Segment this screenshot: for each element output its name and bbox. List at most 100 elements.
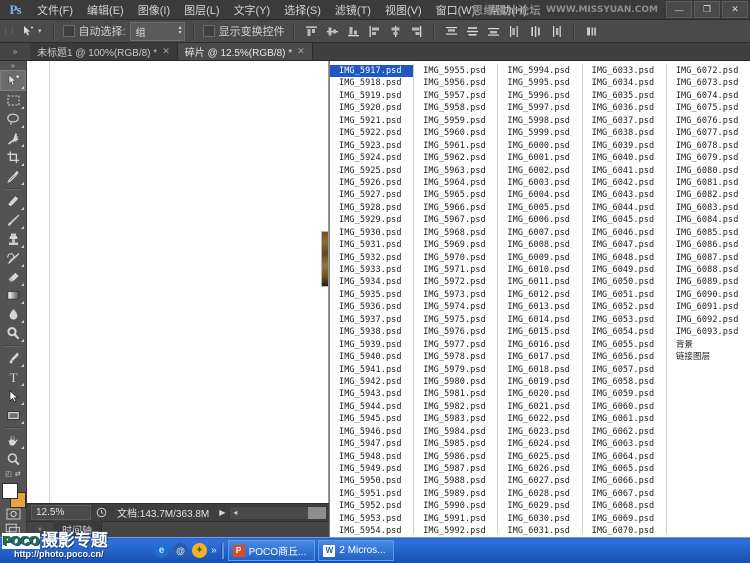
- file-list-item[interactable]: IMG_5946.psd: [330, 426, 413, 438]
- magic-wand-tool[interactable]: [1, 129, 25, 148]
- file-list-item[interactable]: IMG_5955.psd: [414, 65, 497, 77]
- file-list-item[interactable]: IMG_5975.psd: [414, 314, 497, 326]
- tab-untitled-1-close-icon[interactable]: ✕: [162, 46, 170, 57]
- file-list-item[interactable]: IMG_5933.psd: [330, 264, 413, 276]
- file-list-item[interactable]: IMG_6048.psd: [583, 252, 666, 264]
- file-list-item[interactable]: IMG_5964.psd: [414, 177, 497, 189]
- file-list-item[interactable]: IMG_6042.psd: [583, 177, 666, 189]
- gradient-tool[interactable]: [1, 287, 25, 306]
- file-list-item[interactable]: IMG_6057.psd: [583, 364, 666, 376]
- file-list-item[interactable]: IMG_5935.psd: [330, 289, 413, 301]
- status-menu-arrow-icon[interactable]: ▶: [215, 508, 229, 517]
- rectangular-marquee-tool[interactable]: [1, 91, 25, 110]
- eraser-tool[interactable]: [1, 268, 25, 287]
- file-list-item[interactable]: IMG_6025.psd: [498, 451, 581, 463]
- file-list-item[interactable]: IMG_6028.psd: [498, 488, 581, 500]
- file-list-item[interactable]: IMG_6087.psd: [667, 252, 750, 264]
- file-list-item[interactable]: IMG_5990.psd: [414, 500, 497, 512]
- distribute-horizontal-centers-button[interactable]: [527, 23, 544, 40]
- file-list-item[interactable]: IMG_6010.psd: [498, 264, 581, 276]
- file-list-item[interactable]: IMG_5974.psd: [414, 301, 497, 313]
- tools-panel-grip-icon[interactable]: »: [0, 62, 26, 70]
- file-list-item[interactable]: IMG_6090.psd: [667, 289, 750, 301]
- file-list-item[interactable]: IMG_5988.psd: [414, 475, 497, 487]
- timeline-tab[interactable]: 时间轴: [53, 521, 102, 538]
- file-list-item[interactable]: IMG_6074.psd: [667, 90, 750, 102]
- file-list-item[interactable]: IMG_6043.psd: [583, 189, 666, 201]
- menu-type[interactable]: 文字(Y): [227, 0, 278, 20]
- file-list-item[interactable]: IMG_6000.psd: [498, 140, 581, 152]
- pen-tool[interactable]: [1, 349, 25, 368]
- file-list-item[interactable]: IMG_6013.psd: [498, 301, 581, 313]
- file-list-item[interactable]: IMG_6014.psd: [498, 314, 581, 326]
- file-list-item[interactable]: IMG_6015.psd: [498, 326, 581, 338]
- file-list-item[interactable]: IMG_5948.psd: [330, 451, 413, 463]
- clone-stamp-tool[interactable]: [1, 230, 25, 249]
- file-list-item[interactable]: IMG_5985.psd: [414, 438, 497, 450]
- file-list-item[interactable]: IMG_5925.psd: [330, 165, 413, 177]
- canvas-image-strip[interactable]: [321, 231, 328, 287]
- file-list-item[interactable]: IMG_6050.psd: [583, 276, 666, 288]
- file-list-item[interactable]: IMG_6053.psd: [583, 314, 666, 326]
- quick-launch-overflow-icon[interactable]: »: [211, 545, 217, 556]
- file-list-item[interactable]: IMG_6027.psd: [498, 475, 581, 487]
- menu-edit[interactable]: 编辑(E): [80, 0, 131, 20]
- file-list-item[interactable]: IMG_6066.psd: [583, 475, 666, 487]
- menu-view[interactable]: 视图(V): [378, 0, 429, 20]
- file-list-item[interactable]: IMG_6073.psd: [667, 77, 750, 89]
- file-list-item[interactable]: IMG_5978.psd: [414, 351, 497, 363]
- file-list-item[interactable]: IMG_6038.psd: [583, 127, 666, 139]
- file-list-item[interactable]: IMG_6008.psd: [498, 239, 581, 251]
- file-list-item[interactable]: IMG_6002.psd: [498, 165, 581, 177]
- eyedropper-tool[interactable]: [1, 167, 25, 186]
- file-list-item[interactable]: IMG_5969.psd: [414, 239, 497, 251]
- align-horizontal-centers-button[interactable]: [387, 23, 404, 40]
- file-list-item[interactable]: IMG_6082.psd: [667, 189, 750, 201]
- file-list-item[interactable]: IMG_5938.psd: [330, 326, 413, 338]
- file-list-item[interactable]: IMG_6004.psd: [498, 189, 581, 201]
- file-list-item[interactable]: IMG_6084.psd: [667, 214, 750, 226]
- file-list-item[interactable]: IMG_5929.psd: [330, 214, 413, 226]
- file-list-item[interactable]: IMG_5956.psd: [414, 77, 497, 89]
- file-list-item[interactable]: IMG_6068.psd: [583, 500, 666, 512]
- align-top-edges-button[interactable]: [303, 23, 320, 40]
- file-list-item[interactable]: IMG_5984.psd: [414, 426, 497, 438]
- file-list-item[interactable]: IMG_6011.psd: [498, 276, 581, 288]
- swap-colors-icon[interactable]: ⇄: [15, 470, 21, 478]
- file-list-item[interactable]: IMG_6030.psd: [498, 513, 581, 525]
- file-list-item[interactable]: IMG_5997.psd: [498, 102, 581, 114]
- file-list-item[interactable]: IMG_5971.psd: [414, 264, 497, 276]
- file-list-item[interactable]: IMG_5968.psd: [414, 227, 497, 239]
- file-list-item[interactable]: IMG_5953.psd: [330, 513, 413, 525]
- file-list-item[interactable]: IMG_5930.psd: [330, 227, 413, 239]
- file-list-item[interactable]: IMG_6086.psd: [667, 239, 750, 251]
- hand-tool[interactable]: [1, 431, 25, 450]
- blur-tool[interactable]: [1, 305, 25, 324]
- file-list-item[interactable]: IMG_6056.psd: [583, 351, 666, 363]
- horizontal-type-tool[interactable]: T: [1, 368, 25, 387]
- align-right-edges-button[interactable]: [408, 23, 425, 40]
- menu-layer[interactable]: 图层(L): [177, 0, 226, 20]
- file-list-item[interactable]: IMG_5965.psd: [414, 189, 497, 201]
- file-list-item[interactable]: IMG_5979.psd: [414, 364, 497, 376]
- file-list-item[interactable]: IMG_5919.psd: [330, 90, 413, 102]
- file-list-item[interactable]: IMG_6034.psd: [583, 77, 666, 89]
- file-list-item[interactable]: IMG_6035.psd: [583, 90, 666, 102]
- file-list-item[interactable]: IMG_6033.psd: [583, 65, 666, 77]
- file-list-item[interactable]: IMG_5921.psd: [330, 115, 413, 127]
- file-list-item[interactable]: IMG_5943.psd: [330, 388, 413, 400]
- file-list-item[interactable]: IMG_6044.psd: [583, 202, 666, 214]
- file-list-item[interactable]: IMG_6017.psd: [498, 351, 581, 363]
- file-list-item[interactable]: IMG_5989.psd: [414, 488, 497, 500]
- file-list-item[interactable]: IMG_5942.psd: [330, 376, 413, 388]
- file-list-item[interactable]: IMG_6001.psd: [498, 152, 581, 164]
- file-list-item[interactable]: IMG_5924.psd: [330, 152, 413, 164]
- file-list-item[interactable]: IMG_5994.psd: [498, 65, 581, 77]
- file-list-item[interactable]: IMG_6045.psd: [583, 214, 666, 226]
- file-list-item[interactable]: IMG_5963.psd: [414, 165, 497, 177]
- scroll-left-arrow-icon[interactable]: ◂: [233, 508, 237, 517]
- file-list-item[interactable]: IMG_6041.psd: [583, 165, 666, 177]
- file-list-item[interactable]: IMG_6059.psd: [583, 388, 666, 400]
- file-list-item[interactable]: IMG_5973.psd: [414, 289, 497, 301]
- file-list-item[interactable]: IMG_5918.psd: [330, 77, 413, 89]
